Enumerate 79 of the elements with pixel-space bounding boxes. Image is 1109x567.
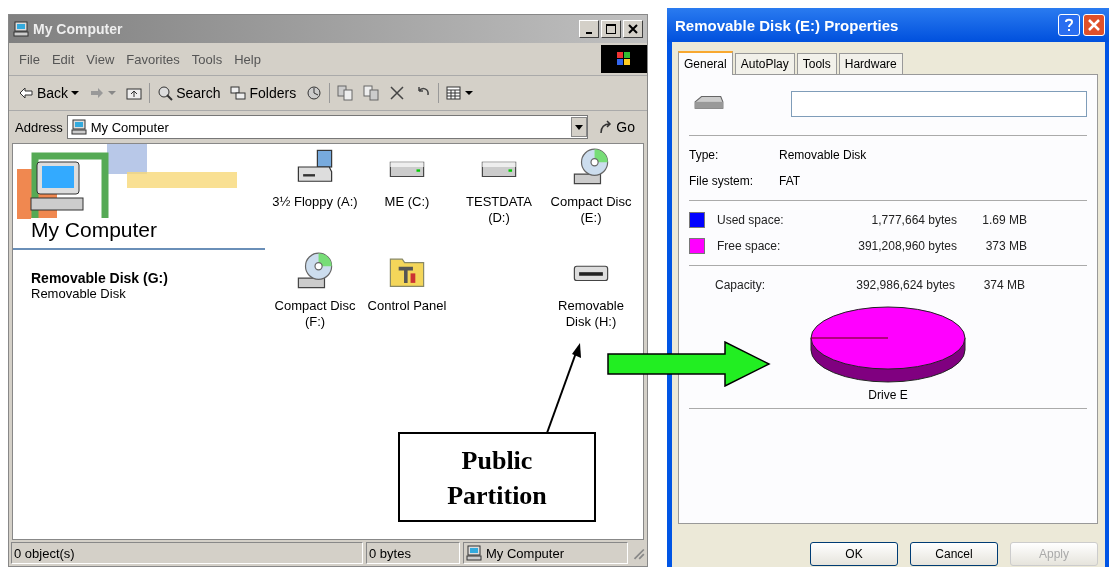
- computer-icon: [466, 545, 482, 561]
- menu-item[interactable]: File: [19, 51, 40, 67]
- folders-icon: [230, 85, 247, 101]
- tab[interactable]: AutoPlay: [734, 53, 795, 74]
- window-title: My Computer: [33, 21, 124, 37]
- field-label: Type:: [689, 148, 720, 162]
- window-title: Removable Disk (E:) Properties: [675, 16, 900, 34]
- up-folder-icon: [126, 85, 143, 101]
- dialog-button[interactable]: Cancel: [910, 542, 998, 566]
- delete-icon: [389, 85, 406, 101]
- maximize-icon: [606, 24, 616, 34]
- back-button[interactable]: Back: [15, 83, 83, 103]
- drive-item[interactable]: Compact Disc (F:): [269, 252, 361, 356]
- status-text: 0 bytes: [366, 542, 460, 564]
- drive-item[interactable]: Compact Disc (E:): [545, 148, 637, 252]
- close-icon: [628, 24, 638, 34]
- byte-count: 392,986,624 bytes: [855, 278, 955, 292]
- cd-drive-icon: [296, 252, 334, 290]
- legend-label: Free space:: [717, 239, 782, 253]
- selected-item-name: Removable Disk (G:): [31, 270, 169, 286]
- close-button[interactable]: [623, 20, 643, 38]
- size-value: 373 MB: [984, 239, 1027, 253]
- menu-item[interactable]: View: [86, 51, 115, 67]
- help-button[interactable]: [1058, 14, 1080, 36]
- windows-logo-icon: [601, 45, 647, 73]
- capacity-label: Capacity:: [715, 278, 767, 292]
- drive-item[interactable]: Removable Disk (H:): [545, 252, 637, 356]
- minimize-button[interactable]: [579, 20, 599, 38]
- address-value: My Computer: [90, 119, 170, 135]
- maximize-button[interactable]: [601, 20, 621, 38]
- menu-item[interactable]: Favorites: [126, 51, 180, 67]
- help-icon: [1063, 18, 1075, 32]
- address-field[interactable]: My Computer: [66, 115, 589, 139]
- tab[interactable]: Tools: [796, 53, 837, 74]
- drive-label: Drive E: [867, 388, 909, 402]
- go-button[interactable]: Go: [592, 119, 641, 135]
- back-arrow-icon: [18, 85, 34, 101]
- legend-label: Used space:: [717, 213, 785, 227]
- status-text: 0 object(s): [11, 542, 363, 564]
- drive-item[interactable]: ME (C:): [361, 148, 453, 252]
- search-button[interactable]: Search: [149, 83, 224, 103]
- byte-count: 1,777,664 bytes: [870, 213, 957, 227]
- drive-item[interactable]: 3½ Floppy (A:): [269, 148, 361, 252]
- folders-button[interactable]: Folders: [227, 83, 300, 103]
- callout-label: Public Partition: [398, 432, 596, 522]
- caret-icon[interactable]: [71, 90, 80, 96]
- close-icon: [1088, 19, 1100, 31]
- menu-item[interactable]: Tools: [191, 51, 223, 67]
- caret-icon[interactable]: [465, 90, 474, 96]
- address-label: Address: [15, 119, 63, 135]
- field-value: Removable Disk: [779, 148, 867, 162]
- folder-title: My Computer: [31, 218, 158, 242]
- byte-count: 391,208,960 bytes: [857, 239, 957, 253]
- field-label: File system:: [689, 174, 754, 188]
- computer-icon: [70, 119, 87, 135]
- copy-to-icon: [363, 85, 380, 101]
- forward-arrow-icon: [89, 85, 106, 101]
- resize-grip-icon[interactable]: [631, 546, 645, 560]
- status-text: My Computer: [486, 545, 565, 561]
- search-icon: [157, 85, 174, 101]
- drive-name-field[interactable]: [791, 91, 1087, 117]
- tab[interactable]: Hardware: [838, 53, 903, 74]
- views-grid-icon: [446, 85, 463, 101]
- minimize-icon: [586, 31, 592, 34]
- clock-icon: [306, 85, 323, 101]
- field-value: FAT: [779, 174, 801, 188]
- size-value: 374 MB: [982, 278, 1025, 292]
- selected-item-type: Removable Disk: [31, 286, 127, 301]
- tab[interactable]: General: [678, 51, 733, 75]
- drive-item[interactable]: Control Panel: [361, 252, 453, 356]
- size-value: 1.69 MB: [981, 213, 1027, 227]
- menu-item[interactable]: Help: [234, 51, 261, 67]
- drive-item[interactable]: TESTDATA (D:): [453, 148, 545, 252]
- cd-drive-icon: [572, 148, 610, 186]
- move-to-icon: [337, 85, 354, 101]
- menu-item[interactable]: Edit: [51, 51, 75, 67]
- block-arrow-icon: [607, 341, 771, 387]
- dialog-button[interactable]: OK: [810, 542, 898, 566]
- computer-icon: [13, 21, 29, 37]
